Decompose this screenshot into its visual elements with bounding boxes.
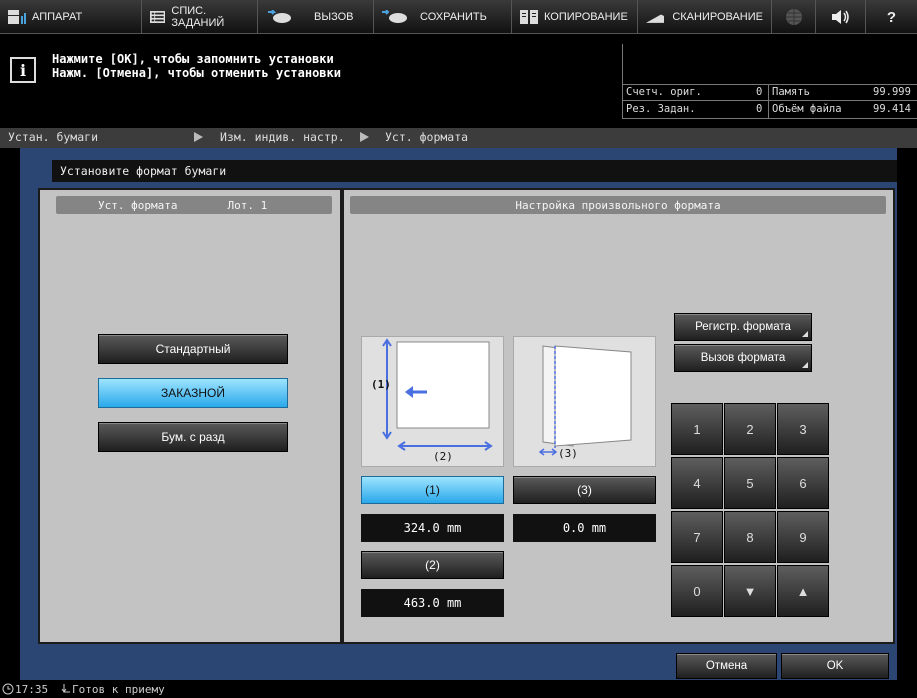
save-button[interactable]: СОХРАНИТЬ (374, 0, 512, 34)
job-list-label: СПИС. ЗАДАНИЙ (171, 5, 225, 29)
format-type-title: Уст. формата (98, 198, 178, 212)
recall-format-button[interactable]: Вызов формата (674, 344, 812, 372)
job-list-button[interactable]: СПИС. ЗАДАНИЙ (142, 0, 258, 34)
dimension-2-button[interactable]: (2) (361, 551, 504, 579)
recall-button[interactable]: ВЫЗОВ (258, 0, 374, 34)
paper-dimension-diagram (382, 338, 493, 451)
tray-label: Лот. 1 (227, 198, 268, 212)
breadcrumb-item-format: Уст. формата (385, 130, 469, 144)
recall-icon (268, 10, 291, 23)
machine-icon (8, 10, 26, 24)
breadcrumb-arrow-icon (360, 132, 369, 142)
increment-key[interactable]: ▲ (777, 565, 829, 617)
fold-width-diagram (538, 345, 632, 456)
breadcrumb-item-paper[interactable]: Устан. бумаги (8, 130, 98, 144)
tab-paper-button[interactable]: Бум. с разд (98, 422, 288, 452)
status-text: Готов к приему (72, 683, 165, 696)
volume-button[interactable] (816, 0, 866, 34)
memory-value: 99.999 (873, 86, 911, 98)
help-button[interactable]: ? (866, 0, 917, 34)
orig-counter-value: 0 (756, 86, 763, 98)
copy-icon (520, 10, 538, 24)
memory-label: Память (772, 86, 810, 98)
decrement-key[interactable]: ▼ (724, 565, 776, 617)
help-label: ? (886, 8, 897, 26)
dimension-1-button[interactable]: (1) (361, 476, 504, 504)
diagram-label-3: (3) (558, 447, 578, 460)
format-type-panel (38, 188, 342, 644)
dimension-3-button[interactable]: (3) (513, 476, 656, 504)
format-type-header: Уст. формата Лот. 1 (56, 196, 332, 214)
key-5[interactable]: 5 (724, 457, 776, 509)
save-label: СОХРАНИТЬ (420, 11, 487, 23)
diagram-label-1: (1) (371, 378, 391, 391)
scan-icon (646, 14, 665, 23)
file-size-value: 99.414 (873, 103, 911, 115)
message-line2: Нажм. [Отмена], чтобы отменить установки (52, 66, 341, 80)
list-icon (150, 11, 166, 23)
key-9[interactable]: 9 (777, 511, 829, 563)
register-format-button[interactable]: Регистр. формата (674, 313, 812, 341)
clock-icon (2, 683, 14, 695)
copy-label: КОПИРОВАНИЕ (544, 11, 628, 23)
key-6[interactable]: 6 (777, 457, 829, 509)
breadcrumb-item-custom[interactable]: Изм. индив. настр. (220, 130, 345, 144)
recall-label: ВЫЗОВ (314, 11, 354, 23)
scan-button[interactable]: СКАНИРОВАНИЕ (638, 0, 772, 34)
key-7[interactable]: 7 (671, 511, 723, 563)
dimension-3-value: 0.0 mm (513, 514, 656, 542)
custom-size-header: Настройка произвольного формата (350, 196, 886, 214)
key-1[interactable]: 1 (671, 403, 723, 455)
ok-button[interactable]: OK (781, 653, 889, 679)
scan-label: СКАНИРОВАНИЕ (672, 11, 763, 23)
message-line1: Нажмите [OK], чтобы запомнить установки (52, 52, 334, 66)
machine-button[interactable]: АППАРАТ (0, 0, 142, 34)
reserved-jobs-label: Рез. Задан. (626, 103, 696, 115)
key-3[interactable]: 3 (777, 403, 829, 455)
dimension-1-value: 324.0 mm (361, 514, 504, 542)
copy-button[interactable]: КОПИРОВАНИЕ (512, 0, 638, 34)
standard-size-button[interactable]: Стандартный (98, 334, 288, 364)
machine-label: АППАРАТ (32, 11, 83, 23)
reserved-jobs-value: 0 (756, 103, 763, 115)
key-4[interactable]: 4 (671, 457, 723, 509)
web-button[interactable] (772, 0, 816, 34)
file-size-label: Объём файла (772, 103, 842, 115)
dialog-title: Установите формат бумаги (60, 164, 227, 178)
globe-icon (785, 9, 802, 25)
custom-size-button[interactable]: ЗАКАЗНОЙ (98, 378, 288, 408)
receive-icon (61, 684, 70, 693)
cancel-button[interactable]: Отмена (676, 653, 777, 679)
diagram-label-2: (2) (433, 450, 453, 463)
key-8[interactable]: 8 (724, 511, 776, 563)
orig-counter-label: Счетч. ориг. (626, 86, 702, 98)
clock-time: 17:35 (15, 683, 49, 696)
info-icon: i (10, 57, 36, 83)
breadcrumb-arrow-icon (194, 132, 203, 142)
key-0[interactable]: 0 (671, 565, 723, 617)
save-icon (382, 10, 407, 23)
key-2[interactable]: 2 (724, 403, 776, 455)
dimension-2-value: 463.0 mm (361, 589, 504, 617)
speaker-icon (831, 10, 849, 24)
